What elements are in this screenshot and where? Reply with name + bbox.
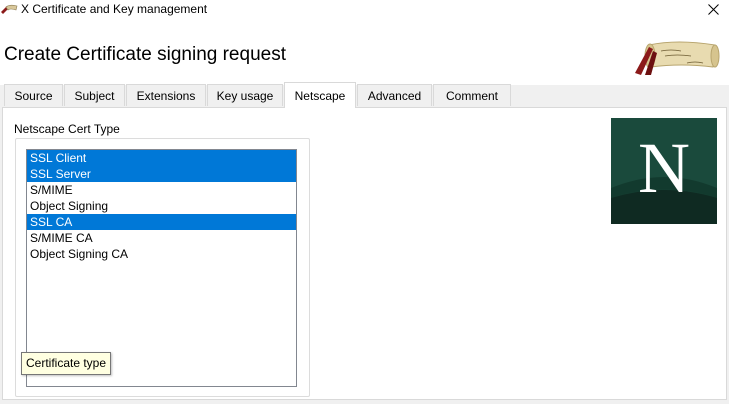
page-title: Create Certificate signing request xyxy=(4,44,286,65)
tab-extensions[interactable]: Extensions xyxy=(126,84,206,106)
window-title: X Certificate and Key management xyxy=(21,2,208,16)
tab-comment[interactable]: Comment xyxy=(433,84,511,106)
close-icon xyxy=(708,4,719,15)
header-area: Create Certificate signing request xyxy=(0,20,729,85)
tab-netscape[interactable]: Netscape xyxy=(284,82,356,108)
list-item[interactable]: SSL CA xyxy=(27,214,296,230)
title-bar: X Certificate and Key management xyxy=(0,0,729,20)
netscape-cert-type-label: Netscape Cert Type xyxy=(14,122,120,136)
tab-subject[interactable]: Subject xyxy=(64,84,125,106)
list-item[interactable]: Object Signing CA xyxy=(27,246,296,262)
tab-bar: Source Subject Extensions Key usage Nets… xyxy=(0,82,729,108)
netscape-logo-letter: N xyxy=(638,128,690,208)
certificate-scroll-icon xyxy=(1,4,18,14)
tab-advanced[interactable]: Advanced xyxy=(357,84,432,106)
list-item[interactable]: SSL Client xyxy=(27,150,296,166)
tab-source[interactable]: Source xyxy=(4,84,63,106)
tab-key-usage[interactable]: Key usage xyxy=(207,84,283,106)
close-button[interactable] xyxy=(699,0,729,20)
list-item[interactable]: S/MIME CA xyxy=(27,230,296,246)
cert-type-tooltip: Certificate type xyxy=(21,352,112,375)
netscape-logo: N xyxy=(611,118,717,224)
list-item[interactable]: S/MIME xyxy=(27,182,296,198)
scroll-ribbon-logo xyxy=(635,41,720,75)
list-item[interactable]: Object Signing xyxy=(27,198,296,214)
list-item[interactable]: SSL Server xyxy=(27,166,296,182)
